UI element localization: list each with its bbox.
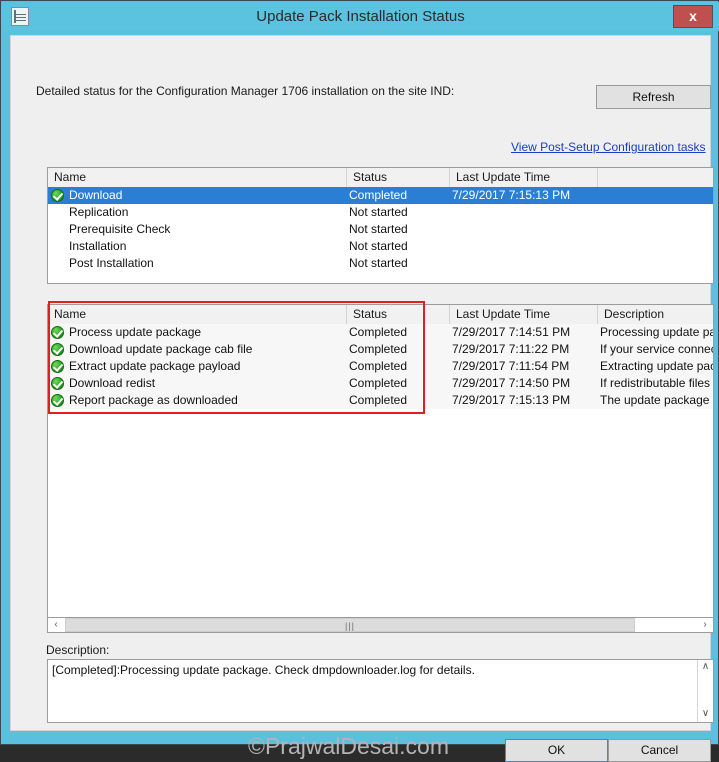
phases-column-status[interactable]: Status <box>347 168 450 187</box>
cell-name: Post Installation <box>69 256 154 270</box>
cell-last-update: 7/29/2017 7:11:22 PM <box>452 342 570 356</box>
phases-list-view[interactable]: Name Status Last Update Time Download Com… <box>47 167 714 284</box>
scroll-down-icon[interactable]: ∨ <box>698 707 713 722</box>
cell-status: Not started <box>349 256 408 270</box>
ok-button[interactable]: OK <box>505 739 608 762</box>
scroll-grip-icon: ||| <box>344 621 356 631</box>
cell-name: Replication <box>69 205 129 219</box>
phases-header-row: Name Status Last Update Time <box>48 168 713 188</box>
horizontal-scroll-thumb[interactable]: ||| <box>65 618 635 632</box>
tasks-rows: Process update package Completed 7/29/2017… <box>48 324 713 632</box>
title-bar: Update Pack Installation Status x <box>2 2 719 31</box>
cell-name: Installation <box>69 239 127 253</box>
table-row[interactable]: Replication Not started <box>48 204 713 221</box>
phases-column-name[interactable]: Name <box>48 168 347 187</box>
description-text: [Completed]:Processing update package. C… <box>52 663 475 677</box>
table-row[interactable]: Report package as downloaded Completed 7/2… <box>48 392 713 409</box>
tasks-list-view[interactable]: Name Status Last Update Time Description… <box>47 304 714 633</box>
cell-name: Download redist <box>69 376 156 390</box>
cell-name: Extract update package payload <box>69 359 241 373</box>
cell-last-update <box>452 255 600 272</box>
cell-name: Report package as downloaded <box>69 393 238 407</box>
cell-name: Prerequisite Check <box>69 222 171 236</box>
cancel-button[interactable]: Cancel <box>608 739 711 762</box>
cell-last-update: 7/29/2017 7:14:51 PM <box>452 325 571 339</box>
table-row[interactable]: Post Installation Not started <box>48 255 713 272</box>
cell-status: Completed <box>349 376 408 390</box>
cell-description: If redistributable files a <box>600 376 713 390</box>
update-pack-installation-status-window: Update Pack Installation Status x Detail… <box>0 0 719 762</box>
tasks-horizontal-scrollbar[interactable]: ‹ ||| › <box>47 617 714 633</box>
cell-description: Extracting update pac <box>600 359 713 373</box>
cell-status: Not started <box>349 239 408 253</box>
cell-last-update: 7/29/2017 7:14:50 PM <box>452 376 571 390</box>
cell-last-update: 7/29/2017 7:11:54 PM <box>452 359 570 373</box>
description-textbox[interactable]: [Completed]:Processing update package. C… <box>47 659 714 723</box>
dialog-body: Detailed status for the Configuration Ma… <box>10 35 714 762</box>
cell-last-update: 7/29/2017 7:15:13 PM <box>452 393 571 407</box>
phases-column-filler <box>598 168 713 187</box>
cell-name: Process update package <box>69 325 202 339</box>
tasks-column-status[interactable]: Status <box>347 305 450 324</box>
cell-description: The update package l <box>600 393 713 407</box>
phases-rows: Download Completed 7/29/2017 7:15:13 PM Rep… <box>48 187 713 283</box>
table-row[interactable]: Download Completed 7/29/2017 7:15:13 PM <box>48 187 713 204</box>
cell-description: If your service connec <box>600 342 713 356</box>
table-row[interactable]: Download update package cab file Complete… <box>48 341 713 358</box>
cell-status: Completed <box>349 325 408 339</box>
tasks-column-name[interactable]: Name <box>48 305 347 324</box>
table-row[interactable]: Installation Not started <box>48 238 713 255</box>
table-row[interactable]: Process update package Completed 7/29/2017… <box>48 324 713 341</box>
cell-last-update <box>452 238 600 255</box>
cell-status: Not started <box>349 205 408 219</box>
cell-status: Not started <box>349 222 408 236</box>
table-row[interactable]: Extract update package payload Completed 7… <box>48 358 713 375</box>
refresh-button[interactable]: Refresh <box>596 85 711 109</box>
description-vertical-scrollbar[interactable]: ∧ ∨ <box>697 660 713 722</box>
cell-status: Completed <box>349 359 408 373</box>
cell-name: Download <box>69 188 123 202</box>
scroll-up-icon[interactable]: ∧ <box>698 660 713 675</box>
tasks-header-row: Name Status Last Update Time Description <box>48 305 713 325</box>
tasks-column-last-update-time[interactable]: Last Update Time <box>450 305 598 324</box>
cell-last-update <box>452 204 600 221</box>
table-row[interactable]: Download redist Completed 7/29/2017 7:14:5… <box>48 375 713 392</box>
view-post-setup-configuration-tasks-link[interactable]: View Post-Setup Configuration tasks <box>511 140 706 154</box>
cell-description: Processing update pac <box>600 325 713 339</box>
tasks-column-description[interactable]: Description <box>598 305 713 324</box>
close-icon[interactable]: x <box>673 5 713 28</box>
intro-text: Detailed status for the Configuration Ma… <box>36 84 455 98</box>
cell-status: Completed <box>349 342 408 356</box>
cell-name: Download update package cab file <box>69 342 253 356</box>
window-title: Update Pack Installation Status <box>256 8 465 25</box>
cell-status: Completed <box>349 188 408 202</box>
cell-last-update: 7/29/2017 7:15:13 PM <box>452 188 571 202</box>
scroll-left-icon[interactable]: ‹ <box>48 618 64 632</box>
cell-status: Completed <box>349 393 408 407</box>
watermark: ©PrajwalDesai.com <box>248 733 450 759</box>
phases-column-last-update-time[interactable]: Last Update Time <box>450 168 598 187</box>
scroll-right-icon[interactable]: › <box>697 618 713 632</box>
cell-last-update <box>452 221 600 238</box>
description-label: Description: <box>46 643 110 657</box>
table-row[interactable]: Prerequisite Check Not started <box>48 221 713 238</box>
